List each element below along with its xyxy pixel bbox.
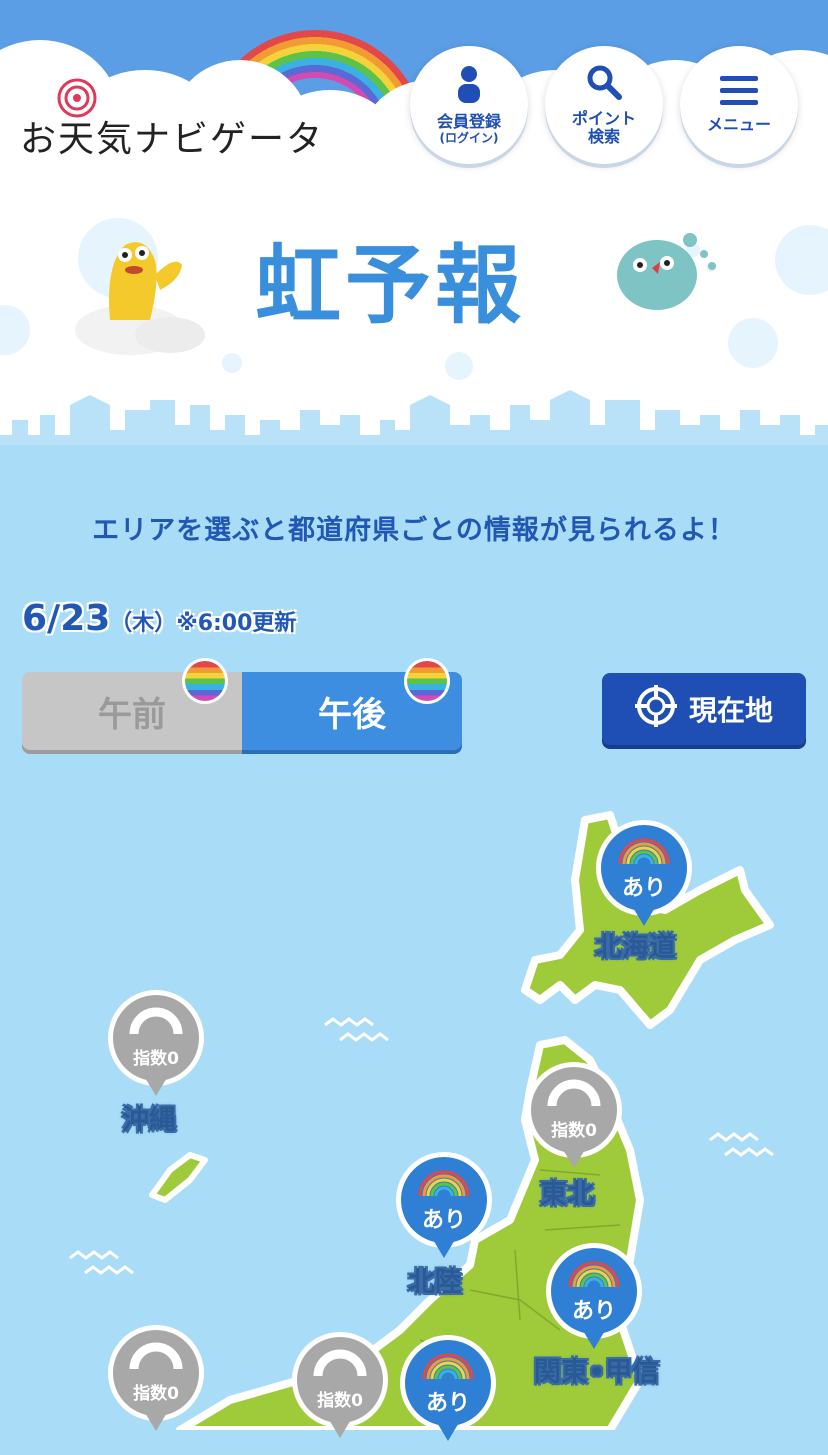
point-search-button[interactable]: ポイント 検索 bbox=[545, 46, 663, 164]
region-status: 指数0 bbox=[133, 1384, 179, 1404]
site-logo[interactable]: お天気ナビゲータ bbox=[20, 110, 324, 162]
region-label-hokkaido[interactable]: 北海道 bbox=[595, 925, 676, 964]
region-pin-hokkaido[interactable]: あり bbox=[596, 820, 692, 940]
update-time: ※6:00更新 bbox=[176, 611, 297, 636]
region-status: 指数0 bbox=[317, 1391, 363, 1411]
rainbow-badge-icon bbox=[182, 658, 228, 704]
forecast-date: 6/23（木）※6:00更新 bbox=[22, 598, 296, 639]
rainbow-icon bbox=[568, 1261, 620, 1288]
region-pin-unlabeled[interactable]: あり bbox=[400, 1335, 496, 1455]
region-label-okinawa[interactable]: 沖縄 bbox=[122, 1098, 176, 1137]
region-status: 指数0 bbox=[133, 1049, 179, 1069]
page-title: 虹予報 bbox=[255, 236, 525, 336]
search-icon bbox=[586, 64, 622, 104]
bubble bbox=[728, 318, 778, 368]
no-rainbow-icon bbox=[129, 1342, 183, 1370]
rainbow-icon bbox=[422, 1353, 474, 1380]
region-status: あり bbox=[571, 1299, 616, 1324]
region-status: あり bbox=[421, 1208, 466, 1233]
region-pin-hokuriku[interactable]: あり bbox=[396, 1152, 492, 1272]
bubble bbox=[222, 353, 242, 373]
member-login-label: 会員登録 bbox=[436, 112, 501, 131]
no-rainbow-icon bbox=[313, 1349, 367, 1377]
member-login-button[interactable]: 会員登録 (ログイン) bbox=[410, 46, 528, 164]
city-skyline-illustration bbox=[0, 390, 828, 465]
current-location-button[interactable]: 現在地 bbox=[602, 673, 806, 745]
no-rainbow-icon bbox=[547, 1079, 601, 1107]
am-pm-toggle[interactable]: 午前 午後 bbox=[22, 658, 462, 752]
yellow-mascot-illustration bbox=[70, 225, 210, 359]
region-pin-unlabeled[interactable]: 指数0 bbox=[108, 1325, 204, 1445]
region-label-hokuriku[interactable]: 北陸 bbox=[408, 1260, 462, 1299]
region-status: 指数0 bbox=[551, 1121, 597, 1141]
region-pin-tohoku[interactable]: 指数0 bbox=[526, 1062, 622, 1182]
member-login-sublabel: (ログイン) bbox=[439, 131, 499, 145]
region-status: あり bbox=[621, 876, 666, 901]
bubble bbox=[445, 352, 473, 380]
intro-text: エリアを選ぶと都道府県ごとの情報が見られるよ！ bbox=[92, 515, 736, 546]
region-label-kanto-koshin[interactable]: 関東•甲信 bbox=[534, 1350, 659, 1389]
no-rainbow-icon bbox=[129, 1007, 183, 1035]
rainbow-icon bbox=[418, 1170, 470, 1197]
region-status: あり bbox=[425, 1391, 470, 1416]
rainbow-icon bbox=[618, 838, 670, 865]
rainbow-badge-icon bbox=[404, 658, 450, 704]
menu-label: メニュー bbox=[706, 115, 771, 134]
region-pin-okinawa[interactable]: 指数0 bbox=[108, 990, 204, 1110]
crosshair-icon bbox=[634, 684, 677, 734]
hamburger-menu-icon bbox=[720, 76, 758, 110]
current-location-label: 現在地 bbox=[688, 694, 773, 727]
person-icon bbox=[456, 65, 482, 107]
date-value: 6/23 bbox=[22, 598, 111, 639]
point-search-label: ポイント bbox=[571, 109, 636, 128]
region-label-tohoku[interactable]: 東北 bbox=[540, 1172, 594, 1211]
date-weekday: （木） bbox=[110, 611, 177, 636]
fish-mascot-illustration bbox=[612, 230, 722, 319]
region-pin-kanto-koshin[interactable]: あり bbox=[546, 1243, 642, 1363]
point-search-sublabel: 検索 bbox=[587, 127, 620, 146]
region-pin-unlabeled[interactable]: 指数0 bbox=[292, 1332, 388, 1452]
okinawa-land bbox=[149, 1152, 208, 1203]
menu-button[interactable]: メニュー bbox=[680, 46, 798, 164]
